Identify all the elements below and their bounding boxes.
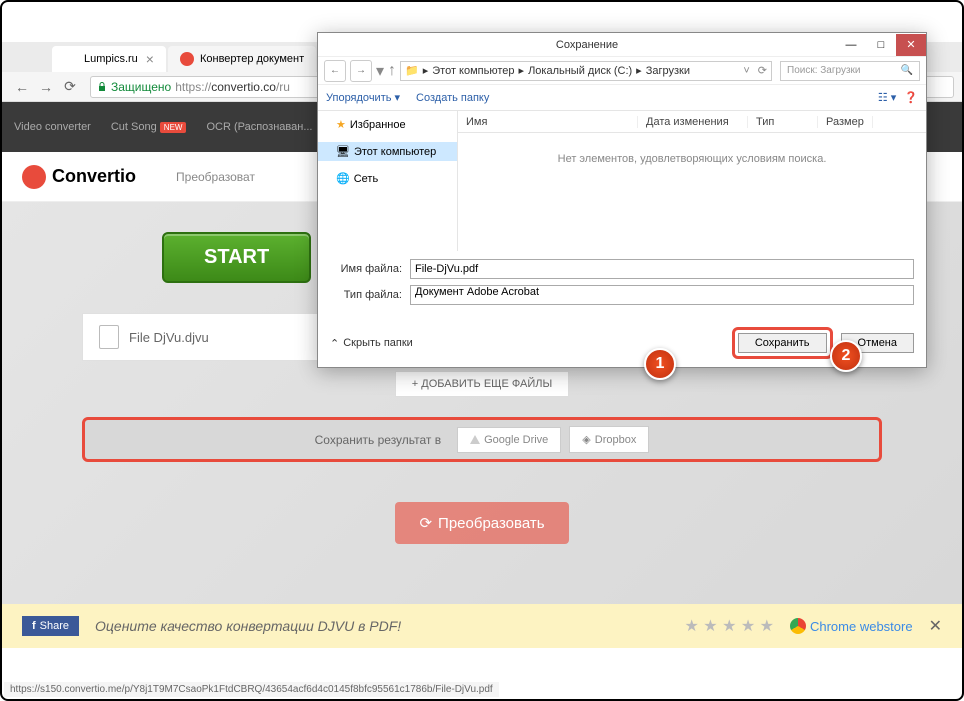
back-button[interactable]: ← <box>12 77 32 97</box>
close-icon[interactable]: × <box>146 51 154 67</box>
browser-tab[interactable]: Конвертер документ <box>168 46 316 72</box>
start-button[interactable]: START <box>162 232 311 283</box>
add-files-button[interactable]: + ДОБАВИТЬ ЕЩЕ ФАЙЛЫ <box>395 371 569 397</box>
search-input[interactable]: Поиск: Загрузки 🔍 <box>780 61 920 81</box>
col-size[interactable]: Размер <box>818 116 873 128</box>
star-icon: ★ <box>336 118 346 131</box>
secure-label: Защищено <box>111 80 171 94</box>
tree-favorites[interactable]: ★ Избранное <box>318 115 457 134</box>
forward-button[interactable]: → <box>350 60 372 82</box>
save-dialog: Сохранение — □ ✕ ← → ▾ ↑ 📁 ▸ Этот компью… <box>317 32 927 368</box>
new-folder-button[interactable]: Создать папку <box>416 92 489 104</box>
filename-input[interactable] <box>410 259 914 279</box>
callout-2: 2 <box>830 340 862 372</box>
brand-name: Convertio <box>52 166 136 187</box>
webstore-link[interactable]: Chrome webstore <box>790 618 913 634</box>
save-button[interactable]: Сохранить <box>738 333 827 353</box>
favicon-icon <box>64 52 78 66</box>
nav-item[interactable]: Video converter <box>14 121 91 133</box>
back-button[interactable]: ← <box>324 60 346 82</box>
save-button-highlight: Сохранить <box>732 327 833 359</box>
rating-stars[interactable]: ★ ★ ★ ★ ★ <box>684 616 774 636</box>
list-header: Имя Дата изменения Тип Размер <box>458 111 926 133</box>
forward-button[interactable]: → <box>36 77 56 97</box>
col-type[interactable]: Тип <box>748 116 818 128</box>
dropbox-button[interactable]: ◈ Dropbox <box>569 426 649 453</box>
up-folder-button[interactable]: ↑ <box>388 62 396 80</box>
filename-label: Имя файла: <box>330 263 410 275</box>
up-button[interactable]: ▾ <box>376 61 384 81</box>
lock-icon <box>97 82 107 92</box>
save-result-label: Сохранить результат в <box>315 433 441 447</box>
favicon-icon <box>180 52 194 66</box>
organize-menu[interactable]: Упорядочить ▾ <box>326 91 400 104</box>
footer: f Share Оцените качество конвертации DJV… <box>2 604 962 648</box>
logo-icon <box>22 165 46 189</box>
network-icon: 🌐 <box>336 172 350 185</box>
chevron-down-icon[interactable]: ˅ <box>743 65 749 77</box>
dialog-nav: ← → ▾ ↑ 📁 ▸ Этот компьютер ▸ Локальный д… <box>318 57 926 85</box>
convert-icon: ⟳ <box>419 514 432 532</box>
file-icon <box>99 325 119 349</box>
save-result-row: Сохранить результат в Google Drive ◈ Dro… <box>82 417 882 462</box>
dialog-titlebar: Сохранение — □ ✕ <box>318 33 926 57</box>
tab-label: Lumpics.ru <box>84 53 138 65</box>
computer-icon: 🖥 <box>336 145 350 158</box>
file-list: Имя Дата изменения Тип Размер Нет элемен… <box>458 111 926 251</box>
search-icon: 🔍 <box>901 65 913 76</box>
secure-indicator: Защищено <box>97 80 171 94</box>
minimize-button[interactable]: — <box>836 34 866 56</box>
reload-button[interactable]: ⟳ <box>60 77 80 97</box>
empty-message: Нет элементов, удовлетворяющих условиям … <box>458 133 926 165</box>
chrome-icon <box>790 618 806 634</box>
maximize-button[interactable]: □ <box>866 34 896 56</box>
nav-item[interactable]: OCR (Распознаван... <box>206 121 312 133</box>
chevron-up-icon: ⌃ <box>330 337 339 350</box>
dialog-body: ★ Избранное 🖥 Этот компьютер 🌐 Сеть Имя … <box>318 111 926 251</box>
url-host: convertio.co <box>211 80 276 94</box>
tagline: Преобразоват <box>176 170 255 184</box>
close-button[interactable]: ✕ <box>896 34 926 56</box>
filetype-select[interactable]: Документ Adobe Acrobat <box>410 285 914 305</box>
tree-network[interactable]: 🌐 Сеть <box>318 169 457 188</box>
browser-tab[interactable]: Lumpics.ru × <box>52 46 166 72</box>
filetype-label: Тип файла: <box>330 289 410 301</box>
nav-item[interactable]: Cut Song NEW <box>111 121 187 133</box>
new-badge: NEW <box>160 122 187 133</box>
dropbox-icon: ◈ <box>582 433 590 446</box>
breadcrumb[interactable]: 📁 ▸ Этот компьютер ▸ Локальный диск (C:)… <box>400 61 772 81</box>
facebook-icon: f <box>32 620 36 632</box>
dialog-toolbar: Упорядочить ▾ Создать папку ☷ ▾ ❓ <box>318 85 926 111</box>
col-date[interactable]: Дата изменения <box>638 116 748 128</box>
close-icon[interactable]: ✕ <box>929 616 942 636</box>
footer-text: Оцените качество конвертации DJVU в PDF! <box>95 618 668 634</box>
dialog-fields: Имя файла: Тип файла: Документ Adobe Acr… <box>318 251 926 319</box>
url-scheme: https:// <box>175 80 211 94</box>
tab-label: Конвертер документ <box>200 53 304 65</box>
share-button[interactable]: f Share <box>22 616 79 636</box>
folder-icon: 📁 <box>405 64 419 77</box>
folder-tree: ★ Избранное 🖥 Этот компьютер 🌐 Сеть <box>318 111 458 251</box>
logo[interactable]: Convertio <box>22 165 136 189</box>
convert-button[interactable]: ⟳ Преобразовать <box>395 502 568 544</box>
col-name[interactable]: Имя <box>458 116 638 128</box>
dialog-title: Сохранение <box>338 39 836 51</box>
callout-1: 1 <box>644 348 676 380</box>
google-drive-icon <box>470 435 480 444</box>
google-drive-button[interactable]: Google Drive <box>457 427 561 453</box>
help-icon[interactable]: ❓ <box>904 91 918 104</box>
status-bar: https://s150.convertio.me/p/Y8j1T9M7Csao… <box>4 682 499 697</box>
view-menu[interactable]: ☷ ▾ <box>878 91 896 104</box>
hide-folders-toggle[interactable]: ⌃ Скрыть папки <box>330 337 413 350</box>
app-icon <box>324 38 338 52</box>
url-path: /ru <box>276 80 290 94</box>
refresh-icon[interactable]: ⟳ <box>758 64 767 77</box>
tree-computer[interactable]: 🖥 Этот компьютер <box>318 142 457 161</box>
